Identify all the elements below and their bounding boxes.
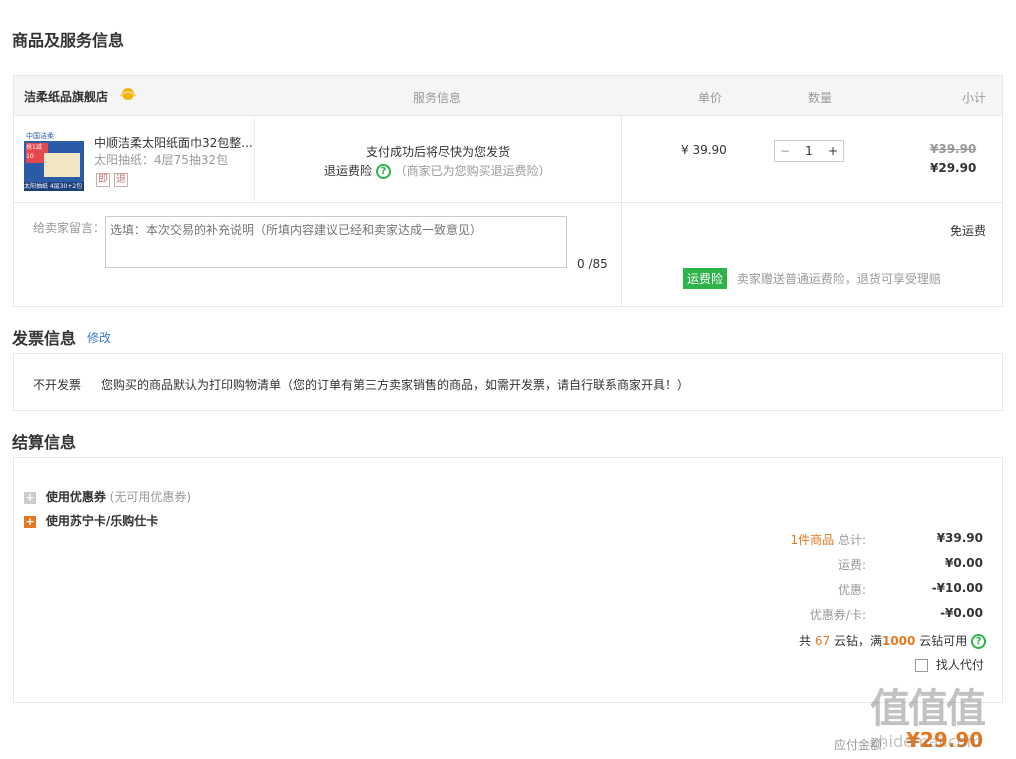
- coupon-label: 使用优惠券: [45, 490, 106, 504]
- message-label: 给卖家留言：: [33, 221, 106, 235]
- proxy-pay-row[interactable]: 找人代付: [915, 656, 984, 673]
- tag-return: 退: [114, 173, 128, 187]
- goods-header: [14, 76, 1002, 116]
- product-tags: 即退: [96, 171, 132, 187]
- col-quantity: 数量: [808, 91, 833, 105]
- col-service: 服务信息: [413, 91, 462, 105]
- shipping-value: ¥0.00: [945, 556, 983, 570]
- diamond-mid: 云钻，满: [833, 634, 882, 648]
- thumbnail-brand: 中国洁柔: [24, 131, 84, 141]
- diamond-suffix: 云钻可用: [919, 634, 968, 648]
- coupon-card-value: -¥0.00: [940, 606, 983, 620]
- divider: [254, 117, 255, 202]
- tag-ji: 即: [96, 173, 110, 187]
- proxy-pay-checkbox[interactable]: [915, 659, 928, 672]
- quantity-stepper: − 1 +: [774, 140, 844, 162]
- invoice-section-title: 发票信息: [12, 329, 77, 348]
- discount-value: -¥10.00: [931, 581, 983, 595]
- divider: [621, 117, 622, 306]
- diamond-prefix: 共: [799, 634, 812, 648]
- total-value: ¥39.90: [936, 531, 983, 545]
- invoice-edit-link[interactable]: 修改: [87, 329, 111, 346]
- invoice-type: 不开发票: [33, 378, 82, 392]
- product-name[interactable]: 中顺洁柔太阳纸面巾32包整...: [94, 134, 253, 151]
- col-subtotal: 小计: [962, 91, 987, 105]
- diamond-threshold: 1000: [881, 634, 916, 648]
- store-name[interactable]: 洁柔纸品旗舰店: [24, 88, 108, 105]
- unit-price: ¥ 39.90: [681, 143, 727, 157]
- watermark-logo: 值值值: [870, 686, 986, 732]
- discount-label: 优惠:: [837, 583, 866, 597]
- thumbnail-package: [44, 153, 80, 177]
- shipping-info: 免运费: [950, 224, 987, 238]
- quantity-input[interactable]: 1: [799, 144, 819, 158]
- coupon-row[interactable]: + 使用优惠券 (无可用优惠券): [24, 488, 191, 505]
- minus-button[interactable]: −: [775, 144, 795, 158]
- diamond-row: 共 67 云钻，满1000 云钻可用 ?: [799, 632, 987, 649]
- original-subtotal: ¥39.90: [930, 142, 977, 156]
- total-label: 总计:: [837, 533, 866, 547]
- message-input[interactable]: [105, 216, 567, 268]
- total-label-row: 1件商品 总计:: [760, 531, 866, 548]
- store-badge-icon: [118, 86, 137, 100]
- proxy-pay-label: 找人代付: [935, 658, 984, 672]
- service-line: 支付成功后将尽快为您发货: [366, 145, 511, 159]
- help-icon[interactable]: ?: [971, 634, 987, 649]
- product-thumbnail[interactable]: 中国洁柔 抢1减10 太阳抽纸 4层30+2包: [24, 131, 84, 191]
- expand-icon[interactable]: +: [24, 516, 36, 528]
- expand-icon[interactable]: +: [24, 492, 36, 504]
- return-insurance-note: （商家已为您购买退运费险）: [394, 164, 551, 178]
- watermark-text: zhidemai.com: [870, 732, 983, 751]
- product-spec: 太阳抽纸：4层75抽32包: [94, 153, 229, 167]
- insurance-badge: 运费险: [683, 268, 728, 289]
- plus-button[interactable]: +: [823, 144, 843, 158]
- items-count: 1件商品: [790, 533, 835, 547]
- coupon-note: (无可用优惠券): [109, 490, 192, 504]
- diamond-count: 67: [814, 634, 831, 648]
- return-insurance-row: 退运费险 ? （商家已为您购买退运费险）: [324, 162, 551, 179]
- insurance-row: 运费险 卖家赠送普通运费险，退货可享受理赔: [683, 268, 941, 289]
- shipping-label: 运费:: [837, 558, 866, 572]
- divider: [14, 202, 1002, 203]
- col-unit-price: 单价: [698, 91, 723, 105]
- coupon-card-label: 优惠券/卡:: [809, 608, 866, 622]
- settle-section-title: 结算信息: [12, 433, 77, 452]
- subtotal: ¥29.90: [930, 161, 977, 175]
- goods-section-title: 商品及服务信息: [12, 31, 125, 50]
- return-insurance-label: 退运费险: [324, 164, 373, 178]
- card-label: 使用苏宁卡/乐购仕卡: [45, 514, 159, 528]
- help-icon[interactable]: ?: [375, 164, 391, 179]
- message-counter: 0 /85: [577, 257, 608, 271]
- insurance-text: 卖家赠送普通运费险，退货可享受理赔: [736, 272, 941, 286]
- card-row[interactable]: + 使用苏宁卡/乐购仕卡: [24, 512, 158, 529]
- invoice-note: 您购买的商品默认为打印购物清单（您的订单有第三方卖家销售的商品，如需开发票，请自…: [101, 378, 690, 392]
- thumbnail-caption: 太阳抽纸 4层30+2包: [24, 182, 84, 191]
